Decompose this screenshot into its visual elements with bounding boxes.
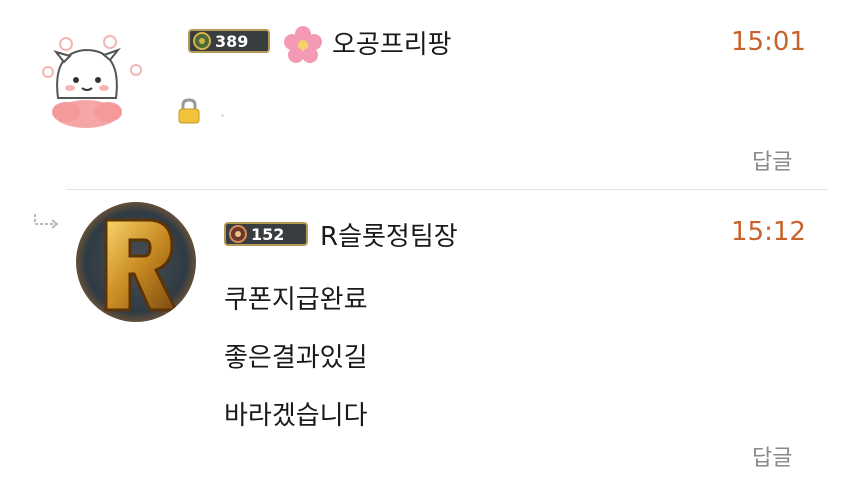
level-badge-icon [229,225,247,243]
secret-comment-marker [221,114,224,117]
nickname[interactable]: 오공프리팡 [332,24,452,61]
reply-button[interactable]: 답글 [752,144,792,176]
comment-body: 쿠폰지급완료 좋은결과있길 바라겠습니다 [224,282,368,456]
divider [66,189,828,190]
level-badge: 152 [224,222,308,246]
lock-icon [178,98,200,124]
level-badge: 389 [188,29,270,53]
flower-icon [284,26,322,63]
level-number: 389 [215,31,249,51]
level-number: 152 [251,224,285,244]
comment-line: 쿠폰지급완료 [224,285,368,315]
comment-time: 15:01 [731,27,806,57]
level-badge-icon [193,32,211,50]
nickname[interactable]: R슬롯정팀장 [320,216,458,253]
comment-time: 15:12 [731,217,806,247]
comment-item: 389 오공프리팡 15:01 답글 [0,0,850,190]
reply-arrow-icon [34,214,59,229]
reply-button[interactable]: 답글 [752,440,792,472]
avatar[interactable] [76,202,196,322]
avatar[interactable] [36,22,148,134]
comment-line: 좋은결과있길 [224,343,368,373]
comment-line: 바라겠습니다 [224,401,368,431]
